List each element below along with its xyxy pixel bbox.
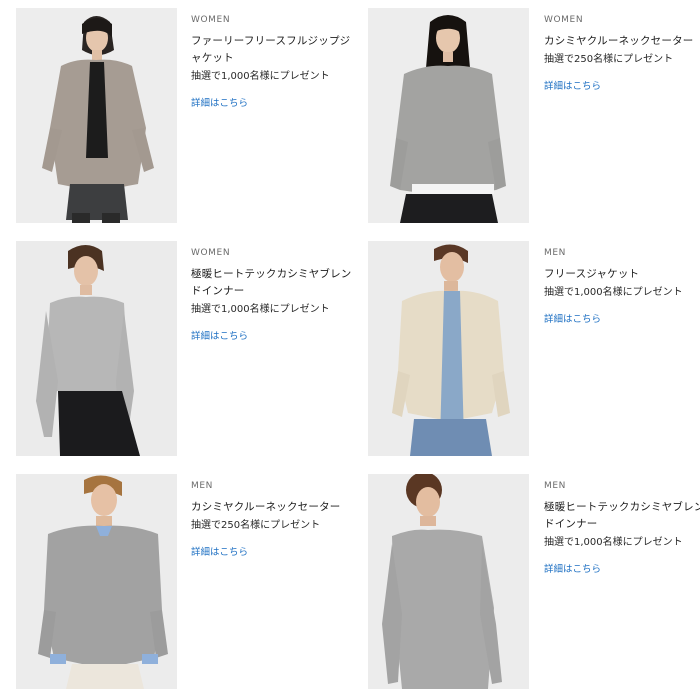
gift-text: 抽選で1,000名様にプレゼント xyxy=(544,287,683,298)
product-info: WOMEN カシミヤクルーネックセーター 抽選で250名様にプレゼント 詳細はこ… xyxy=(544,14,700,93)
product-image xyxy=(16,474,177,689)
product-photo[interactable] xyxy=(368,474,529,689)
product-image xyxy=(368,241,529,456)
product-category: WOMEN xyxy=(544,15,584,25)
product-title: カシミヤクルーネックセーター xyxy=(191,501,341,513)
details-link[interactable]: 詳細はこちら xyxy=(544,563,601,576)
product-category: WOMEN xyxy=(191,248,231,258)
gift-text: 抽選で250名様にプレゼント xyxy=(544,54,674,65)
product-category: MEN xyxy=(191,481,213,491)
details-link[interactable]: 詳細はこちら xyxy=(191,330,248,343)
product-title: カシミヤクルーネックセーター xyxy=(544,35,694,47)
product-card-women-fleece: WOMEN ファーリーフリースフルジップジャケット 抽選で1,000名様にプレゼ… xyxy=(0,8,350,226)
product-card-men-fleece: MEN フリースジャケット 抽選で1,000名様にプレゼント 詳細はこちら xyxy=(368,241,698,459)
product-photo[interactable] xyxy=(368,8,529,223)
details-link[interactable]: 詳細はこちら xyxy=(191,546,248,559)
product-card-women-heattech: WOMEN 極暖ヒートテックカシミヤブレンドインナー 抽選で1,000名様にプレ… xyxy=(0,241,351,459)
product-image xyxy=(16,8,177,223)
details-link[interactable]: 詳細はこちら xyxy=(191,97,248,110)
product-title: 極暖ヒートテックカシミヤブレンドインナー xyxy=(191,268,352,297)
product-card-men-cashmere: MEN カシミヤクルーネックセーター 抽選で250名様にプレゼント 詳細はこちら xyxy=(0,474,340,692)
gift-text: 抽選で250名様にプレゼント xyxy=(191,520,321,531)
product-info: WOMEN ファーリーフリースフルジップジャケット 抽選で1,000名様にプレゼ… xyxy=(191,14,353,110)
product-title: 極暖ヒートテックカシミヤブレンドインナー xyxy=(544,501,700,530)
product-card-men-heattech: MEN 極暖ヒートテックカシミヤブレンドインナー 抽選で1,000名様にプレゼン… xyxy=(368,474,700,692)
product-photo[interactable] xyxy=(16,474,177,689)
details-link[interactable]: 詳細はこちら xyxy=(544,80,601,93)
product-image xyxy=(16,241,177,456)
product-info: MEN 極暖ヒートテックカシミヤブレンドインナー 抽選で1,000名様にプレゼン… xyxy=(544,480,700,576)
product-photo[interactable] xyxy=(368,241,529,456)
product-category: MEN xyxy=(544,248,566,258)
product-card-women-cashmere: WOMEN カシミヤクルーネックセーター 抽選で250名様にプレゼント 詳細はこ… xyxy=(368,8,698,226)
product-info: WOMEN 極暖ヒートテックカシミヤブレンドインナー 抽選で1,000名様にプレ… xyxy=(191,247,353,343)
gift-text: 抽選で1,000名様にプレゼント xyxy=(191,71,330,82)
product-info: MEN フリースジャケット 抽選で1,000名様にプレゼント 詳細はこちら xyxy=(544,247,700,326)
product-category: WOMEN xyxy=(191,15,231,25)
product-grid: WOMEN ファーリーフリースフルジップジャケット 抽選で1,000名様にプレゼ… xyxy=(0,0,700,698)
product-photo[interactable] xyxy=(16,241,177,456)
product-category: MEN xyxy=(544,481,566,491)
gift-text: 抽選で1,000名様にプレゼント xyxy=(191,304,330,315)
product-info: MEN カシミヤクルーネックセーター 抽選で250名様にプレゼント 詳細はこちら xyxy=(191,480,353,559)
product-photo[interactable] xyxy=(16,8,177,223)
details-link[interactable]: 詳細はこちら xyxy=(544,313,601,326)
product-title: ファーリーフリースフルジップジャケット xyxy=(191,35,351,64)
product-image xyxy=(368,474,529,689)
product-image xyxy=(368,8,529,223)
product-title: フリースジャケット xyxy=(544,268,640,280)
gift-text: 抽選で1,000名様にプレゼント xyxy=(544,537,683,548)
